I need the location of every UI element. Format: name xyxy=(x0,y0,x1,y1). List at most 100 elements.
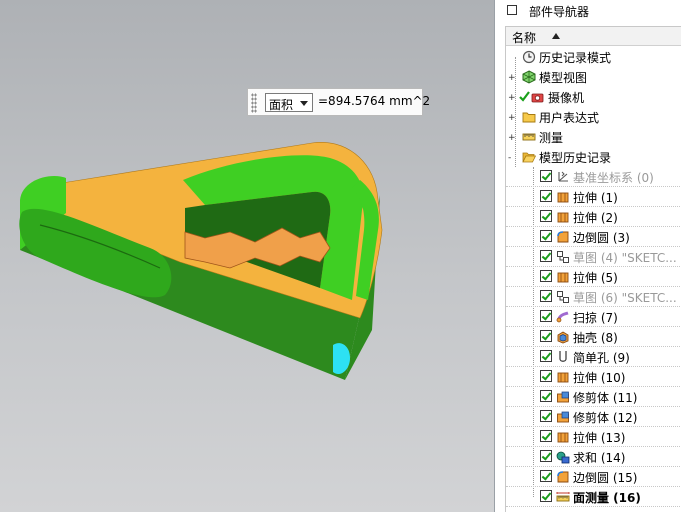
feature-label: 简单孔 (9) xyxy=(573,351,630,365)
feature-visibility-checkbox[interactable] xyxy=(540,370,552,382)
feature-row[interactable]: 草图 (6) "SKETC... xyxy=(506,287,681,307)
navigator-toggle-checkbox[interactable] xyxy=(507,5,517,15)
hole-icon xyxy=(559,351,567,362)
feature-visibility-checkbox[interactable] xyxy=(540,310,552,322)
feature-label: 求和 (14) xyxy=(573,451,626,465)
tree-node-model-views[interactable]: + 模型视图 xyxy=(506,67,681,87)
feature-visibility-checkbox[interactable] xyxy=(540,210,552,222)
sketch-icon xyxy=(557,291,569,303)
feature-label: 拉伸 (1) xyxy=(573,191,618,205)
toolbar-grip-handle[interactable] xyxy=(251,93,257,113)
expand-icon[interactable]: + xyxy=(508,94,516,103)
feature-row[interactable]: 基准坐标系 (0) xyxy=(506,167,681,187)
feature-row[interactable]: 边倒圆 (3) xyxy=(506,227,681,247)
feature-row[interactable]: 草图 (4) "SKETC... xyxy=(506,247,681,267)
feature-row[interactable]: 拉伸 (5) xyxy=(506,267,681,287)
feature-row[interactable]: 求和 (14) xyxy=(506,447,681,467)
feature-visibility-checkbox[interactable] xyxy=(540,250,552,262)
expand-icon[interactable]: + xyxy=(508,114,516,123)
feature-label: 拉伸 (2) xyxy=(573,211,618,225)
graphics-viewport[interactable]: 面积 =894.5764 mm^2 xyxy=(0,0,494,512)
folder-icon xyxy=(522,112,536,123)
feature-visibility-checkbox[interactable] xyxy=(540,490,552,502)
unite-icon xyxy=(556,451,570,464)
column-header-label: 名称 xyxy=(512,31,537,45)
sketch-icon xyxy=(557,251,569,263)
expand-icon[interactable]: + xyxy=(508,74,516,83)
trim-body-icon xyxy=(557,411,569,423)
column-header-name[interactable]: 名称 xyxy=(506,27,681,46)
feature-label: 扫掠 (7) xyxy=(573,311,618,325)
feature-row[interactable]: 拉伸 (10) xyxy=(506,367,681,387)
feature-row[interactable]: 拉伸 (1) xyxy=(506,187,681,207)
tree-node-user-expressions[interactable]: + 用户表达式 xyxy=(506,107,681,127)
feature-visibility-checkbox[interactable] xyxy=(540,190,552,202)
tree-node-label: 模型历史记录 xyxy=(539,151,612,165)
measure-result-toolbar: 面积 =894.5764 mm^2 xyxy=(247,88,430,116)
shell-icon xyxy=(557,331,569,344)
feature-row[interactable]: 简单孔 (9) xyxy=(506,347,681,367)
feature-row[interactable]: 拉伸 (2) xyxy=(506,207,681,227)
tree-node-label: 历史记录模式 xyxy=(539,51,612,65)
tree-node-model-history[interactable]: - 模型历史记录 xyxy=(506,147,681,167)
expand-icon[interactable]: + xyxy=(508,134,516,143)
extrude-icon xyxy=(557,272,569,283)
datum-csys-icon xyxy=(558,171,568,182)
navigator-tree[interactable]: 名称 历史记录模式 + 模型视图 + 摄像机 + 用户表达式 + 测量 - 模型… xyxy=(505,26,681,512)
feature-visibility-checkbox[interactable] xyxy=(540,290,552,302)
feature-visibility-checkbox[interactable] xyxy=(540,270,552,282)
tree-node-label: 模型视图 xyxy=(539,71,588,85)
measure-icon xyxy=(522,133,536,141)
trim-body-icon xyxy=(557,391,569,403)
camera-icon xyxy=(519,91,544,103)
tree-node-history-mode[interactable]: 历史记录模式 xyxy=(506,47,681,67)
feature-visibility-checkbox[interactable] xyxy=(540,230,552,242)
face-measure-icon xyxy=(556,492,570,502)
navigator-title: 部件导航器 xyxy=(529,5,590,19)
feature-label: 抽壳 (8) xyxy=(573,331,618,345)
model-views-icon xyxy=(522,70,536,84)
feature-label: 边倒圆 (3) xyxy=(573,231,630,245)
collapse-icon[interactable]: - xyxy=(508,154,511,163)
edge-blend-icon xyxy=(557,471,569,483)
feature-row[interactable]: 修剪体 (12) xyxy=(506,407,681,427)
feature-visibility-checkbox[interactable] xyxy=(540,350,552,362)
measure-type-label: 面积 xyxy=(269,98,294,112)
feature-visibility-checkbox[interactable] xyxy=(540,470,552,482)
part-model[interactable] xyxy=(0,0,494,512)
feature-label: 基准坐标系 (0) xyxy=(573,171,654,185)
extrude-icon xyxy=(557,372,569,383)
feature-visibility-checkbox[interactable] xyxy=(540,450,552,462)
tree-node-label: 摄像机 xyxy=(548,91,585,105)
feature-visibility-checkbox[interactable] xyxy=(540,410,552,422)
feature-row[interactable]: 面测量 (16) xyxy=(506,487,681,507)
feature-label: 边倒圆 (15) xyxy=(573,471,638,485)
edge-blend-icon xyxy=(557,231,569,243)
extrude-icon xyxy=(557,432,569,443)
measure-value: =894.5764 mm^2 xyxy=(318,94,431,108)
navigator-title-bar: 部件导航器 xyxy=(495,0,681,22)
feature-row[interactable]: 扫掠 (7) xyxy=(506,307,681,327)
measure-type-dropdown[interactable]: 面积 xyxy=(265,93,313,112)
feature-row[interactable]: 修剪体 (11) xyxy=(506,387,681,407)
feature-visibility-checkbox[interactable] xyxy=(540,170,552,182)
swept-icon xyxy=(556,311,569,323)
part-navigator-panel: 部件导航器 名称 历史记录模式 + 模型视图 + 摄像机 + 用户表达式 + 测… xyxy=(494,0,681,512)
feature-label: 修剪体 (12) xyxy=(573,411,638,425)
clock-icon xyxy=(522,50,536,64)
feature-label: 修剪体 (11) xyxy=(573,391,638,405)
extrude-icon xyxy=(557,212,569,223)
feature-label: 面测量 (16) xyxy=(573,491,641,505)
feature-label: 拉伸 (5) xyxy=(573,271,618,285)
tree-node-cameras[interactable]: + 摄像机 xyxy=(506,87,681,107)
feature-visibility-checkbox[interactable] xyxy=(540,330,552,342)
feature-row[interactable]: 边倒圆 (15) xyxy=(506,467,681,487)
feature-label: 草图 (6) "SKETC... xyxy=(573,291,677,305)
feature-visibility-checkbox[interactable] xyxy=(540,390,552,402)
tree-node-measurements[interactable]: + 测量 xyxy=(506,127,681,147)
feature-row[interactable]: 抽壳 (8) xyxy=(506,327,681,347)
tree-node-label: 测量 xyxy=(539,131,564,145)
feature-row[interactable]: 拉伸 (13) xyxy=(506,427,681,447)
feature-visibility-checkbox[interactable] xyxy=(540,430,552,442)
sort-ascending-icon xyxy=(552,33,560,39)
